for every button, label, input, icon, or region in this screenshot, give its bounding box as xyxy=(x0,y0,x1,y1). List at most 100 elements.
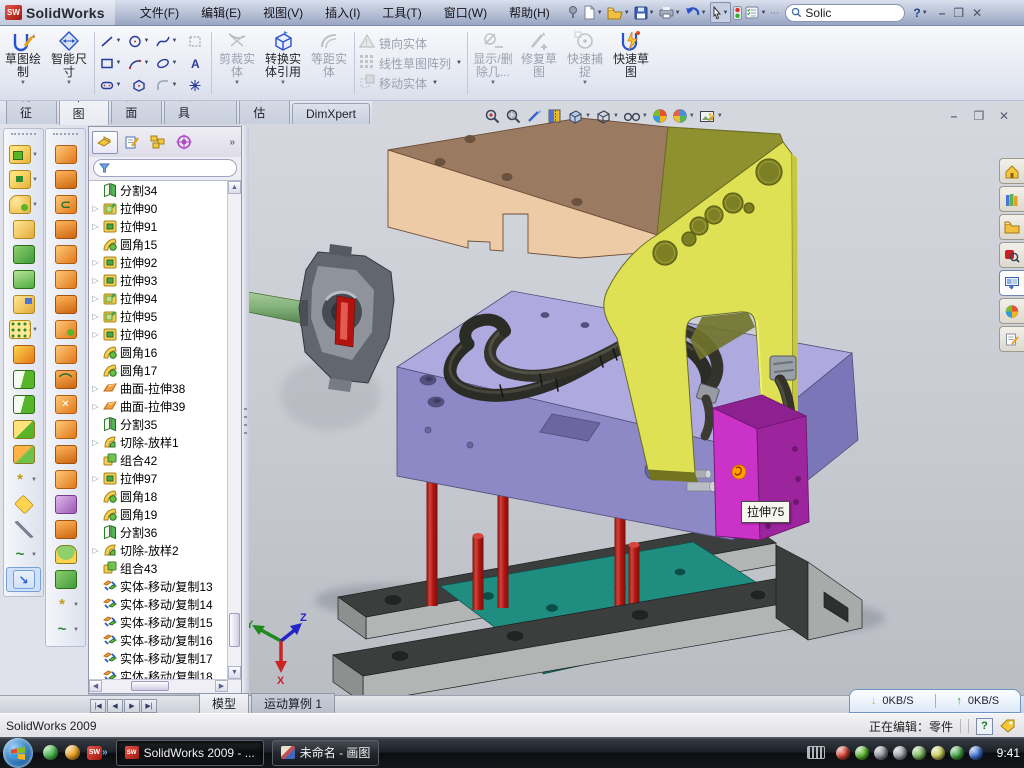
extruded-cut-button[interactable]: ▼ xyxy=(4,167,43,192)
overflow-button[interactable]: ⋯ xyxy=(769,3,781,22)
draft-button[interactable] xyxy=(4,292,43,317)
menu-插入(I)[interactable]: 插入(I) xyxy=(314,1,371,24)
model-tab-模型[interactable]: 模型 xyxy=(199,693,249,714)
tree-item[interactable]: 圆角15 xyxy=(89,235,228,253)
start-button[interactable] xyxy=(3,738,33,768)
print-button[interactable]: ▼ xyxy=(658,3,683,22)
tree-expander-icon[interactable]: ▷ xyxy=(91,312,100,321)
circle-caret-icon[interactable]: ▼ xyxy=(144,38,150,44)
tree-item[interactable]: ▷曲面-拉伸38 xyxy=(89,379,228,397)
view-orientation-caret-icon[interactable]: ▼ xyxy=(613,113,619,119)
move-entities-button[interactable]: 移动实体▼ xyxy=(359,74,463,92)
dimxpert-tab[interactable] xyxy=(172,132,196,153)
tree-item[interactable]: ▷拉伸92 xyxy=(89,253,228,271)
reference-plane-button[interactable] xyxy=(4,492,43,517)
ellipse-caret-icon[interactable]: ▼ xyxy=(172,60,178,66)
tree-item[interactable]: 实体-移动/复制14 xyxy=(89,595,228,613)
options-caret-icon[interactable]: ▼ xyxy=(760,10,766,16)
model-top-plate[interactable] xyxy=(388,118,668,258)
offset-entities-button[interactable]: 等距实 体 xyxy=(306,26,352,95)
untrim-surface-button[interactable] xyxy=(46,442,85,467)
tree-item[interactable]: ▷拉伸95 xyxy=(89,307,228,325)
print-caret-icon[interactable]: ▼ xyxy=(675,10,681,16)
keyboard-tray-icon[interactable] xyxy=(807,746,825,759)
tree-item[interactable]: ▷曲面-拉伸39 xyxy=(89,397,228,415)
trim-entities-button[interactable]: 剪裁实 体▼ xyxy=(214,26,260,95)
volume-tray-icon[interactable] xyxy=(893,746,907,760)
model-tab-nav-next[interactable]: ▶ xyxy=(124,699,140,713)
display-delete-relations-button[interactable]: 显示/删 除几...▼ xyxy=(470,26,516,95)
tree-item[interactable]: 实体-移动/复制16 xyxy=(89,631,228,649)
tree-item[interactable]: ▷拉伸91 xyxy=(89,217,228,235)
doc-close-button[interactable]: ✕ xyxy=(996,110,1012,124)
model-tab-nav-prev[interactable]: ◀ xyxy=(107,699,123,713)
tree-item[interactable]: 圆角19 xyxy=(89,505,228,523)
tree-expander-icon[interactable]: ▷ xyxy=(91,258,100,267)
lofted-surface-button[interactable] xyxy=(46,242,85,267)
curve-button[interactable]: ~▼ xyxy=(4,542,43,567)
combine-bodies-button[interactable] xyxy=(4,417,43,442)
appearances-tab[interactable] xyxy=(999,298,1024,324)
tree-item[interactable]: 实体-移动/复制17 xyxy=(89,649,228,667)
filled-surface-button[interactable] xyxy=(46,542,85,567)
tree-item[interactable]: 实体-移动/复制18 xyxy=(89,667,228,679)
scroll-down-arrow[interactable]: ▼ xyxy=(228,666,241,679)
options-button[interactable]: ▼ xyxy=(744,3,768,22)
save-caret-icon[interactable]: ▼ xyxy=(649,10,655,16)
tree-item[interactable]: 实体-移动/复制13 xyxy=(89,577,228,595)
repair-sketch-button[interactable]: 修复草 图 xyxy=(516,26,562,95)
file-explorer-tab[interactable] xyxy=(999,214,1024,240)
slot-caret-icon[interactable]: ▼ xyxy=(116,82,122,88)
menu-视图(V)[interactable]: 视图(V) xyxy=(252,1,314,24)
tree-vertical-scrollbar[interactable]: ▲ ▼ xyxy=(227,181,241,679)
convert-entities-button[interactable]: 转换实 体引用▼ xyxy=(260,26,306,95)
hide-show-items-button[interactable]: ▼ xyxy=(623,109,648,123)
sketch-fillet-caret-icon[interactable]: ▼ xyxy=(172,82,178,88)
scroll-left-arrow[interactable]: ◀ xyxy=(89,680,102,692)
scroll-up-arrow[interactable]: ▲ xyxy=(228,181,241,194)
configurationmanager-tab[interactable] xyxy=(146,132,170,153)
reference-point-2-button[interactable]: *▼ xyxy=(46,592,85,617)
rib-button[interactable] xyxy=(4,267,43,292)
reference-axis-button[interactable] xyxy=(4,517,43,542)
wrap-button[interactable] xyxy=(4,342,43,367)
tree-expander-icon[interactable]: ▷ xyxy=(91,294,100,303)
extend-surface-button[interactable] xyxy=(46,467,85,492)
tree-item[interactable]: 组合43 xyxy=(89,559,228,577)
zoom-to-fit-button[interactable] xyxy=(484,108,501,124)
help-caret-icon[interactable]: ▼ xyxy=(922,10,928,16)
sketch-button[interactable]: 草图绘 制▼ xyxy=(0,26,46,95)
tree-item[interactable]: ▷拉伸97 xyxy=(89,469,228,487)
scroll-thumb[interactable] xyxy=(229,613,240,647)
curve-2-button[interactable]: ~▼ xyxy=(46,617,85,642)
tree-item[interactable]: ▷拉伸93 xyxy=(89,271,228,289)
zoom-to-area-button[interactable] xyxy=(505,108,522,124)
tree-item[interactable]: ▷拉伸90 xyxy=(89,199,228,217)
display-style-caret-icon[interactable]: ▼ xyxy=(585,113,591,119)
tree-item[interactable]: 圆角17 xyxy=(89,361,228,379)
polygon-button[interactable] xyxy=(125,74,153,96)
propertymanager-tab[interactable] xyxy=(120,132,144,153)
tree-expander-icon[interactable]: ▷ xyxy=(91,384,100,393)
line-caret-icon[interactable]: ▼ xyxy=(116,38,122,44)
status-help-button[interactable]: ? xyxy=(976,718,993,735)
instant3d-button[interactable]: ↘ xyxy=(6,567,41,592)
undo-button[interactable]: ▼ xyxy=(684,3,709,22)
tree-item[interactable]: 圆角16 xyxy=(89,343,228,361)
usb-device-tray-icon[interactable] xyxy=(912,746,926,760)
spline-caret-icon[interactable]: ▼ xyxy=(172,38,178,44)
linear-sketch-pattern-button[interactable]: 线性草图阵列▼ xyxy=(359,54,463,72)
panel-tabs-overflow-icon[interactable]: » xyxy=(229,137,238,148)
fillet-surface-button[interactable] xyxy=(46,517,85,542)
display-style-button[interactable]: ▼ xyxy=(567,108,591,124)
flex-button[interactable]: ⌒ xyxy=(46,367,85,392)
knit-surface-button[interactable] xyxy=(46,317,85,342)
tree-expander-icon[interactable]: ▷ xyxy=(91,276,100,285)
taskbar-button-solidworks[interactable]: SWSolidWorks 2009 - ... xyxy=(116,740,264,766)
rebuild-button[interactable] xyxy=(732,3,743,22)
tree-item[interactable]: ▷拉伸96 xyxy=(89,325,228,343)
window-minimize-button[interactable]: – xyxy=(939,6,946,20)
custom-properties-tab[interactable] xyxy=(999,326,1024,352)
select-caret-icon[interactable]: ▼ xyxy=(723,10,729,16)
view-wand-button[interactable] xyxy=(526,108,543,124)
